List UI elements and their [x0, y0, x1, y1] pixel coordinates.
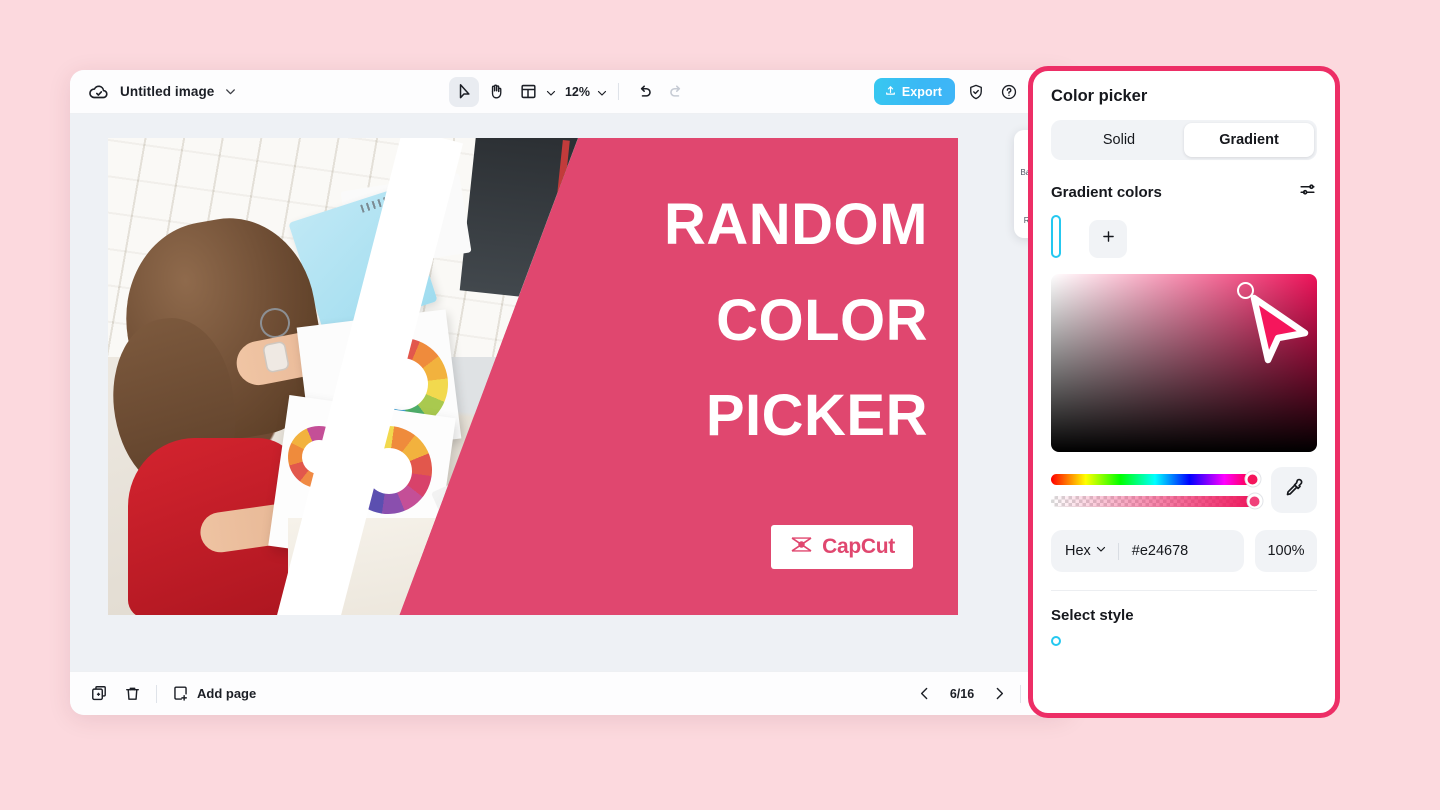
prev-page-button[interactable] — [916, 685, 933, 702]
gradient-colors-header: Gradient colors — [1051, 180, 1317, 204]
hex-field-divider — [1117, 542, 1119, 560]
opacity-input-field[interactable]: 100% — [1255, 530, 1317, 572]
chevron-down-icon[interactable] — [224, 85, 237, 98]
hue-slider[interactable] — [1051, 470, 1262, 488]
bottombar-divider-right — [1020, 684, 1021, 703]
saturation-value-picker[interactable] — [1051, 274, 1317, 452]
plus-icon — [1100, 228, 1117, 250]
tab-solid[interactable]: Solid — [1054, 123, 1184, 157]
tab-gradient[interactable]: Gradient — [1184, 123, 1314, 157]
gradient-swatch-1-wrap[interactable] — [1051, 215, 1061, 258]
duplicate-page-icon[interactable] — [90, 684, 109, 703]
page-indicator[interactable]: 6/16 — [945, 687, 979, 701]
hex-input-row: Hex #e24678 100% — [1051, 530, 1317, 572]
slide-canvas[interactable]: RANDOM COLOR PICKER CapCut — [108, 138, 958, 615]
add-page-button[interactable]: Add page — [171, 684, 256, 703]
page-root: Untitled image 12% Export RANDOM COLOR P… — [0, 0, 1440, 810]
sliders-icon[interactable] — [1298, 180, 1317, 204]
color-format-dropdown[interactable]: Hex — [1065, 543, 1107, 559]
pointer-cursor-icon — [1243, 292, 1311, 366]
add-page-icon — [171, 684, 190, 703]
cloud-check-icon — [88, 81, 110, 103]
export-button-label: Export — [901, 84, 942, 99]
select-style-label: Select style — [1051, 607, 1134, 624]
capcut-logo-badge: CapCut — [771, 525, 913, 569]
bottombar-left-group: Add page — [70, 684, 256, 703]
color-format-label: Hex — [1065, 543, 1091, 559]
sliders-stack — [1051, 470, 1264, 510]
canvas-stage[interactable]: RANDOM COLOR PICKER CapCut — [70, 114, 1070, 671]
eyedropper-button[interactable] — [1271, 467, 1317, 513]
chevron-down-icon — [1095, 543, 1107, 559]
add-gradient-color-button[interactable] — [1089, 220, 1127, 258]
shield-check-icon[interactable] — [964, 80, 988, 104]
upload-icon — [884, 84, 897, 100]
picker-handle-icon[interactable] — [1237, 282, 1254, 299]
capcut-logo-text: CapCut — [822, 535, 895, 558]
hex-value[interactable]: #e24678 — [1132, 543, 1188, 559]
slide-headline: RANDOM COLOR PICKER — [508, 192, 928, 449]
gradient-colors-label: Gradient colors — [1051, 183, 1162, 201]
topbar-right-group: Export — [873, 78, 1054, 105]
panel-divider — [1051, 590, 1317, 591]
next-page-button[interactable] — [991, 685, 1008, 702]
toolbar-divider — [618, 83, 620, 100]
headline-line-3: PICKER — [705, 383, 928, 449]
gradient-style-list — [1051, 636, 1317, 646]
alpha-slider[interactable] — [1051, 492, 1264, 510]
headline-line-1: RANDOM — [664, 192, 928, 257]
headline-line-2: COLOR — [716, 287, 928, 353]
gradient-swatch-2-wrap[interactable] — [1070, 215, 1080, 258]
capcut-logo-icon — [789, 535, 814, 559]
document-title[interactable]: Untitled image — [120, 84, 214, 99]
select-tool-button[interactable] — [448, 76, 479, 107]
hex-input-field[interactable]: Hex #e24678 — [1051, 530, 1244, 572]
opacity-value: 100% — [1267, 543, 1305, 559]
redo-button[interactable] — [661, 77, 691, 107]
color-picker-title: Color picker — [1051, 87, 1148, 105]
gradient-style-2-wrap[interactable] — [1069, 636, 1079, 646]
undo-button[interactable] — [629, 77, 659, 107]
gradient-style-1-wrap[interactable] — [1051, 636, 1061, 646]
bottom-toolbar: Add page 6/16 — [70, 671, 1070, 715]
topbar-tools-group: 12% — [448, 76, 691, 107]
alpha-slider-handle[interactable] — [1246, 492, 1264, 510]
layout-tool-button[interactable] — [513, 77, 543, 107]
trash-icon[interactable] — [123, 684, 142, 703]
export-button[interactable]: Export — [873, 78, 955, 105]
add-page-label: Add page — [197, 686, 257, 701]
top-toolbar: Untitled image 12% Export — [70, 70, 1070, 114]
eyedropper-icon — [1284, 477, 1305, 503]
zoom-level-value[interactable]: 12% — [559, 85, 594, 99]
question-circle-icon[interactable] — [997, 80, 1021, 104]
zoom-chevron-down-icon[interactable] — [596, 86, 608, 98]
color-mode-segmented-control: Solid Gradient — [1051, 120, 1317, 160]
capcut-editor-window: Untitled image 12% Export RANDOM COLOR P… — [70, 70, 1070, 715]
layout-chevron-down-icon[interactable] — [545, 86, 557, 98]
bottombar-divider — [156, 684, 157, 703]
hue-slider-handle[interactable] — [1244, 470, 1262, 488]
topbar-left-group: Untitled image — [70, 81, 237, 103]
gradient-style-3-wrap[interactable] — [1087, 636, 1097, 646]
color-sliders-row — [1051, 467, 1317, 513]
gradient-swatch-list — [1051, 215, 1317, 258]
color-picker-panel: Color picker Solid Gradient Gradient col… — [1028, 66, 1340, 718]
hand-tool-button[interactable] — [481, 77, 511, 107]
